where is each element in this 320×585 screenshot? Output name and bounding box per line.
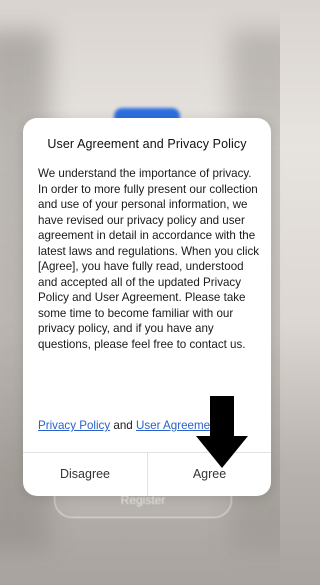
and-text: and — [113, 419, 133, 432]
privacy-policy-link[interactable]: Privacy Policy — [38, 419, 110, 432]
down-arrow-icon — [196, 396, 248, 468]
dialog-body: We understand the importance of privacy.… — [38, 166, 261, 352]
policy-links: Privacy Policy and User Agreement — [38, 419, 220, 432]
dialog-body-text: We understand the importance of privacy.… — [38, 167, 260, 351]
dialog-title: User Agreement and Privacy Policy — [47, 137, 247, 151]
disagree-button[interactable]: Disagree — [23, 453, 147, 496]
down-arrow-shape — [196, 396, 248, 468]
